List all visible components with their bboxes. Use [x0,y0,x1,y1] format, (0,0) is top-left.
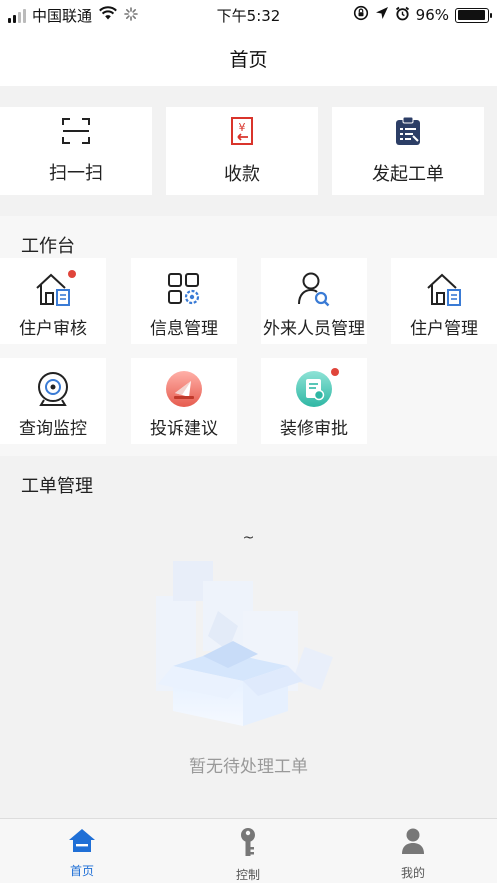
paper-plane-icon [165,370,203,408]
tile-label: 装修审批 [280,419,348,439]
work-order-section: 工单管理 ~ 暂无待处理工单 [0,456,497,818]
tab-control[interactable]: 控制 [188,827,308,883]
alarm-icon [395,6,410,25]
house-document-icon [425,270,463,308]
battery-icon [455,7,492,23]
tab-home[interactable]: 首页 [22,827,142,879]
tab-label: 首页 [69,864,94,878]
rotation-lock-icon [353,5,369,25]
receipt-yen-icon: ¥ [228,116,256,150]
grid-gear-icon [165,270,203,308]
collect-payment-label: 收款 [224,164,260,185]
house-document-icon [34,270,76,308]
tile-visitor-management[interactable]: 外来人员管理 [261,258,367,344]
key-icon [238,827,258,861]
tab-label: 我的 [400,866,425,880]
tile-resident-review[interactable]: 住户审核 [0,258,106,344]
tile-monitoring[interactable]: 查询监控 [0,358,106,444]
notification-badge [331,368,339,376]
tile-label: 外来人员管理 [263,319,365,339]
scan-button[interactable]: 扫一扫 [0,107,152,195]
tab-label: 控制 [235,868,260,882]
tile-label: 住户审核 [19,319,87,339]
person-search-icon [295,270,333,308]
tab-bar: 首页 控制 我的 [0,818,497,883]
workspace-section: 工作台 住户审核 信息管理 外来人员管理 住户管理 查询监控 投诉建议 装修审批 [0,216,497,456]
svg-text:¥: ¥ [239,121,246,134]
create-work-order-label: 发起工单 [372,164,444,185]
status-right: 96% [353,5,492,25]
pull-indicator: ~ [242,530,255,546]
quick-actions: 扫一扫 ¥ 收款 发起工单 [0,107,497,195]
battery-percent: 96% [415,6,449,24]
certificate-icon [295,368,339,408]
collect-payment-button[interactable]: ¥ 收款 [166,107,318,195]
home-icon [68,827,96,857]
camera-icon [34,370,72,408]
work-order-title: 工单管理 [21,476,93,497]
scan-icon [61,117,91,149]
nav-bar: 首页 [0,30,497,86]
tile-resident-management[interactable]: 住户管理 [391,258,497,344]
empty-state-text: 暂无待处理工单 [189,757,308,777]
create-work-order-button[interactable]: 发起工单 [332,107,484,195]
tile-label: 投诉建议 [150,419,218,439]
scan-label: 扫一扫 [49,163,103,184]
status-bar: 中国联通 下午5:32 96% [0,0,497,30]
empty-box-illustration [148,556,348,746]
clipboard-wrench-icon [394,116,422,150]
tile-label: 查询监控 [19,419,87,439]
workspace-title: 工作台 [21,236,75,257]
tab-mine[interactable]: 我的 [353,827,473,881]
screen: 中国联通 下午5:32 96% 首页 扫一扫 ¥ 收款 发起工单 工作台 住户审… [0,0,497,883]
tile-renovation-approval[interactable]: 装修审批 [261,358,367,444]
user-icon [401,827,425,859]
tile-info-management[interactable]: 信息管理 [131,258,237,344]
tile-label: 住户管理 [410,319,478,339]
location-icon [375,6,389,24]
notification-badge [68,270,76,278]
tile-complaints[interactable]: 投诉建议 [131,358,237,444]
page-title: 首页 [229,48,268,71]
tile-label: 信息管理 [150,319,218,339]
